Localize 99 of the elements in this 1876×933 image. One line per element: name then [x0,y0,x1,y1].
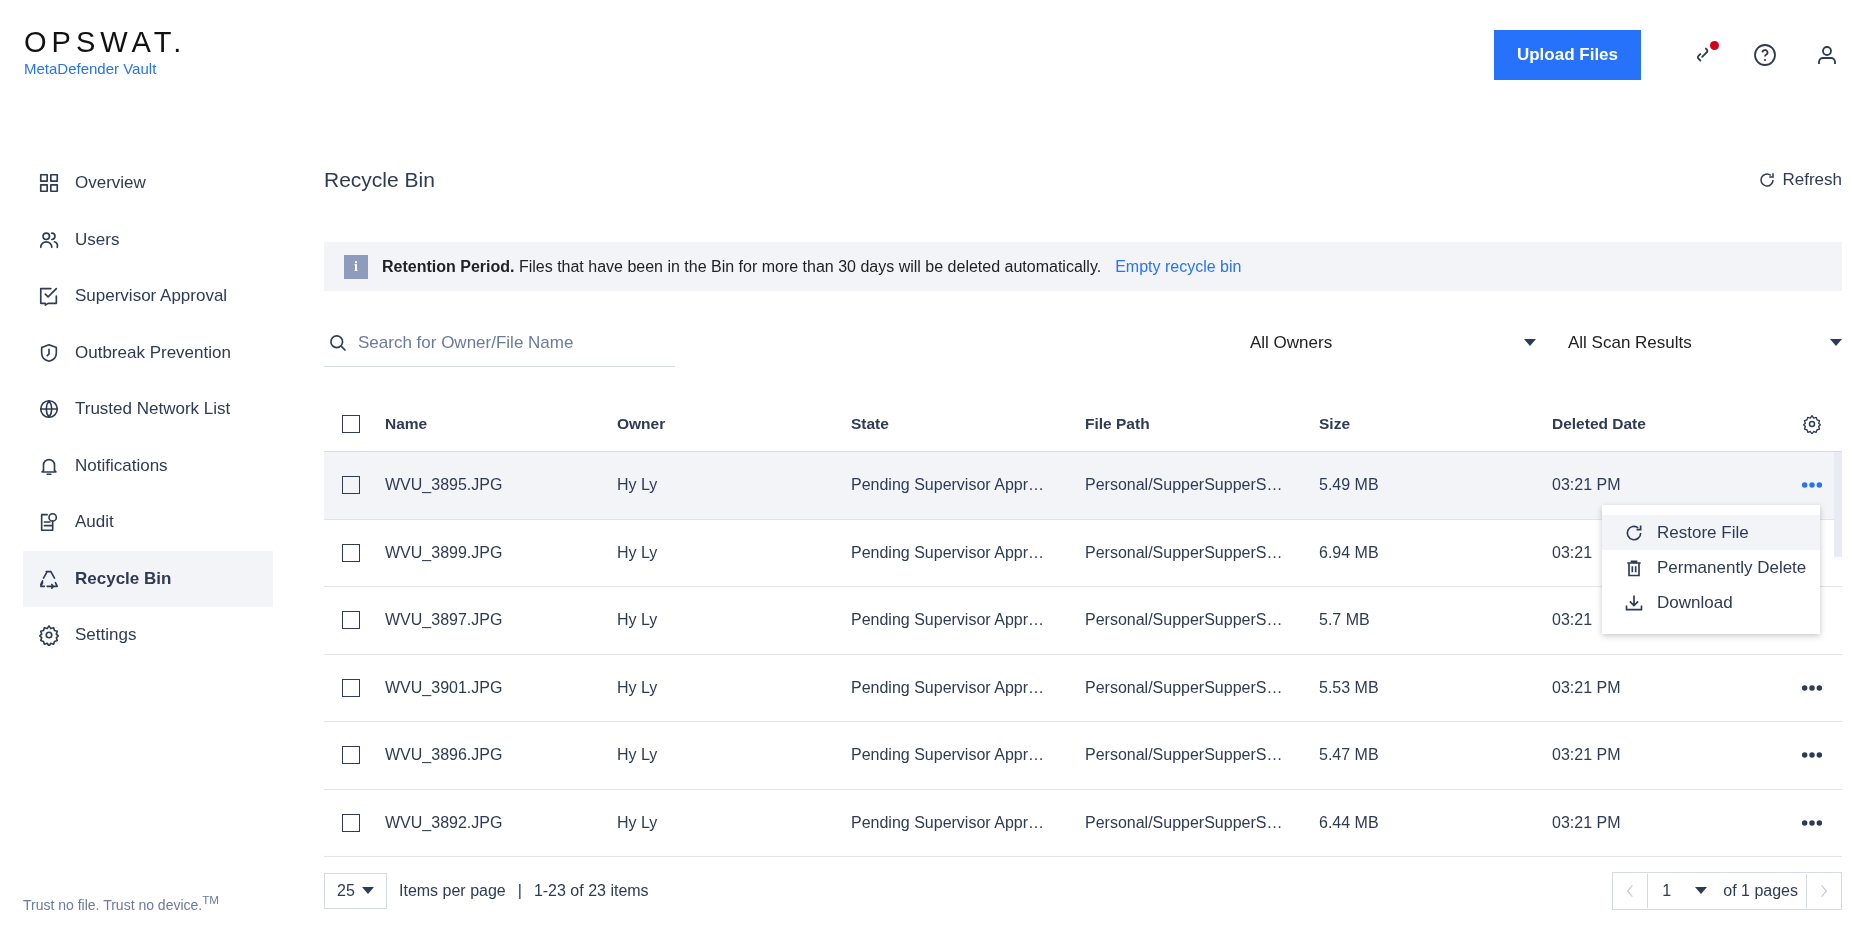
row-checkbox[interactable] [342,543,360,562]
empty-recycle-bin-link[interactable]: Empty recycle bin [1115,257,1242,276]
logo: OPSWAT. [24,26,187,58]
table-cell-text: 6.94 MB [1319,543,1380,562]
scrollbar[interactable] [1834,452,1842,557]
caret-icon [1695,887,1708,895]
table-cell-text: Personal/SupperSupperS… [1085,543,1284,562]
sidebar-item[interactable]: Audit [23,494,273,551]
search-field[interactable]: Search for Owner/File Name [324,319,675,367]
column-header[interactable]: Size [1319,415,1552,433]
column-header[interactable]: File Path [1085,415,1319,433]
table-cell-text: Personal/SupperSupperS… [1085,611,1284,630]
grid-icon [38,172,60,195]
upload-files-button[interactable]: Upload Files [1494,30,1641,80]
sidebar-item[interactable]: Recycle Bin [23,550,273,607]
table-cell-text: 5.53 MB [1319,678,1380,697]
gear-icon [38,624,60,647]
retention-message: Retention Period. Files that have been in the Bin for more than 30 days will be deleted automatically. [382,257,1102,276]
table-cell-text: Hy Ly [617,476,659,495]
table-cell-text: 03:21 PM [1552,813,1622,832]
sidebar-item[interactable]: Users [23,211,273,268]
table-cell-text: 03:21 PM [1552,476,1622,495]
row-checkbox[interactable] [342,678,360,697]
sidebar-item[interactable]: Outbreak Prevention [23,324,273,381]
shield-icon [38,341,60,364]
refresh-button[interactable]: Refresh [1758,170,1842,190]
sidebar-item[interactable]: Supervisor Approval [23,268,273,325]
column-header[interactable]: Deleted Date [1552,415,1790,433]
table-cell-text: Hy Ly [617,813,659,832]
table-cell-text: Personal/SupperSupperS… [1085,678,1284,697]
row-checkbox[interactable] [342,476,360,495]
owner-dropdown[interactable]: All Owners [1250,319,1556,367]
table-cell-text: Hy Ly [617,543,659,562]
caret-icon [362,887,374,895]
tagline: Trust no file. Trust no device.$^{TM}$ [22,893,221,913]
sidebar-item[interactable]: Trusted Network List [23,381,273,438]
column-header[interactable]: Name [385,415,617,433]
table-cell-text: 5.7 MB [1319,611,1371,630]
table-cell-text: Pending Supervisor Appr… [851,678,1045,697]
sidebar-item[interactable]: Overview [23,155,273,212]
table-cell-text: Pending Supervisor Appr… [851,746,1045,765]
sidebar-item[interactable]: Settings [23,607,273,664]
table-cell-text: Hy Ly [617,746,659,765]
row-checkbox[interactable] [342,746,360,765]
globe-icon [38,398,60,421]
menu-item[interactable]: Download [1602,585,1820,620]
table-cell-text: Pending Supervisor Appr… [851,611,1045,630]
refresh-icon [1758,171,1777,189]
more-icon[interactable] [1801,683,1823,692]
sidebar-item[interactable]: Notifications [23,437,273,494]
caret-icon [1524,339,1536,347]
item-range: 1-23 of 23 items [533,882,649,900]
search-icon [328,333,348,353]
more-icon[interactable] [1801,818,1823,827]
menu-item[interactable]: Restore File [1602,515,1820,550]
chevron-right-icon [1820,884,1828,898]
table-cell-text: Pending Supervisor Appr… [851,813,1045,832]
help-icon[interactable] [1753,43,1777,67]
table-cell-text: WVU_3897.JPG [385,611,504,630]
table-cell-text: Personal/SupperSupperS… [1085,813,1284,832]
table-cell-text: WVU_3892.JPG [385,813,504,832]
user-icon[interactable] [1815,43,1839,67]
more-icon[interactable] [1801,751,1823,760]
table-cell-text: WVU_3899.JPG [385,543,504,562]
separator: | [517,882,522,900]
table-cell-text: 03:21 PM [1552,746,1622,765]
menu-item[interactable]: Permanently Delete [1602,550,1820,585]
table-cell-text: 6.44 MB [1319,813,1380,832]
select-all-checkbox[interactable] [342,415,360,433]
table-cell-text: 03:21 [1552,611,1594,630]
row-checkbox[interactable] [342,813,360,832]
settings-icon[interactable] [1802,414,1822,434]
table-cell-text: WVU_3896.JPG [385,746,504,765]
items-per-page-label: Items per page [399,882,506,900]
info-icon: i [344,254,368,279]
table-cell-text: Personal/SupperSupperS… [1085,746,1284,765]
scan-results-dropdown[interactable]: All Scan Results [1568,319,1842,367]
table-cell-text: Hy Ly [617,678,659,697]
page-size-dropdown[interactable]: 25 [324,873,387,909]
table-cell-text: 03:21 [1552,543,1594,562]
table-cell-text: 5.47 MB [1319,746,1380,765]
chevron-left-icon [1626,884,1635,898]
column-header[interactable]: State [851,415,1085,433]
table-cell-text: WVU_3901.JPG [385,678,504,697]
product-name: MetaDefender Vault [24,60,158,77]
audit-icon [38,511,60,534]
page-dropdown[interactable]: 1 [1647,874,1720,908]
table-cell-text: 03:21 PM [1552,678,1622,697]
approval-icon [38,285,60,308]
table-cell-text: Pending Supervisor Appr… [851,476,1045,495]
row-checkbox[interactable] [342,611,360,630]
table-cell-text: Personal/SupperSupperS… [1085,476,1284,495]
table-cell-text: Hy Ly [617,611,659,630]
table-cell-text: Pending Supervisor Appr… [851,543,1045,562]
column-header[interactable]: Owner [617,415,851,433]
caret-icon [1830,339,1842,347]
table-cell-text: 5.49 MB [1319,476,1380,495]
page-title: Recycle Bin [324,168,435,192]
table-cell-text: WVU_3895.JPG [385,476,504,495]
